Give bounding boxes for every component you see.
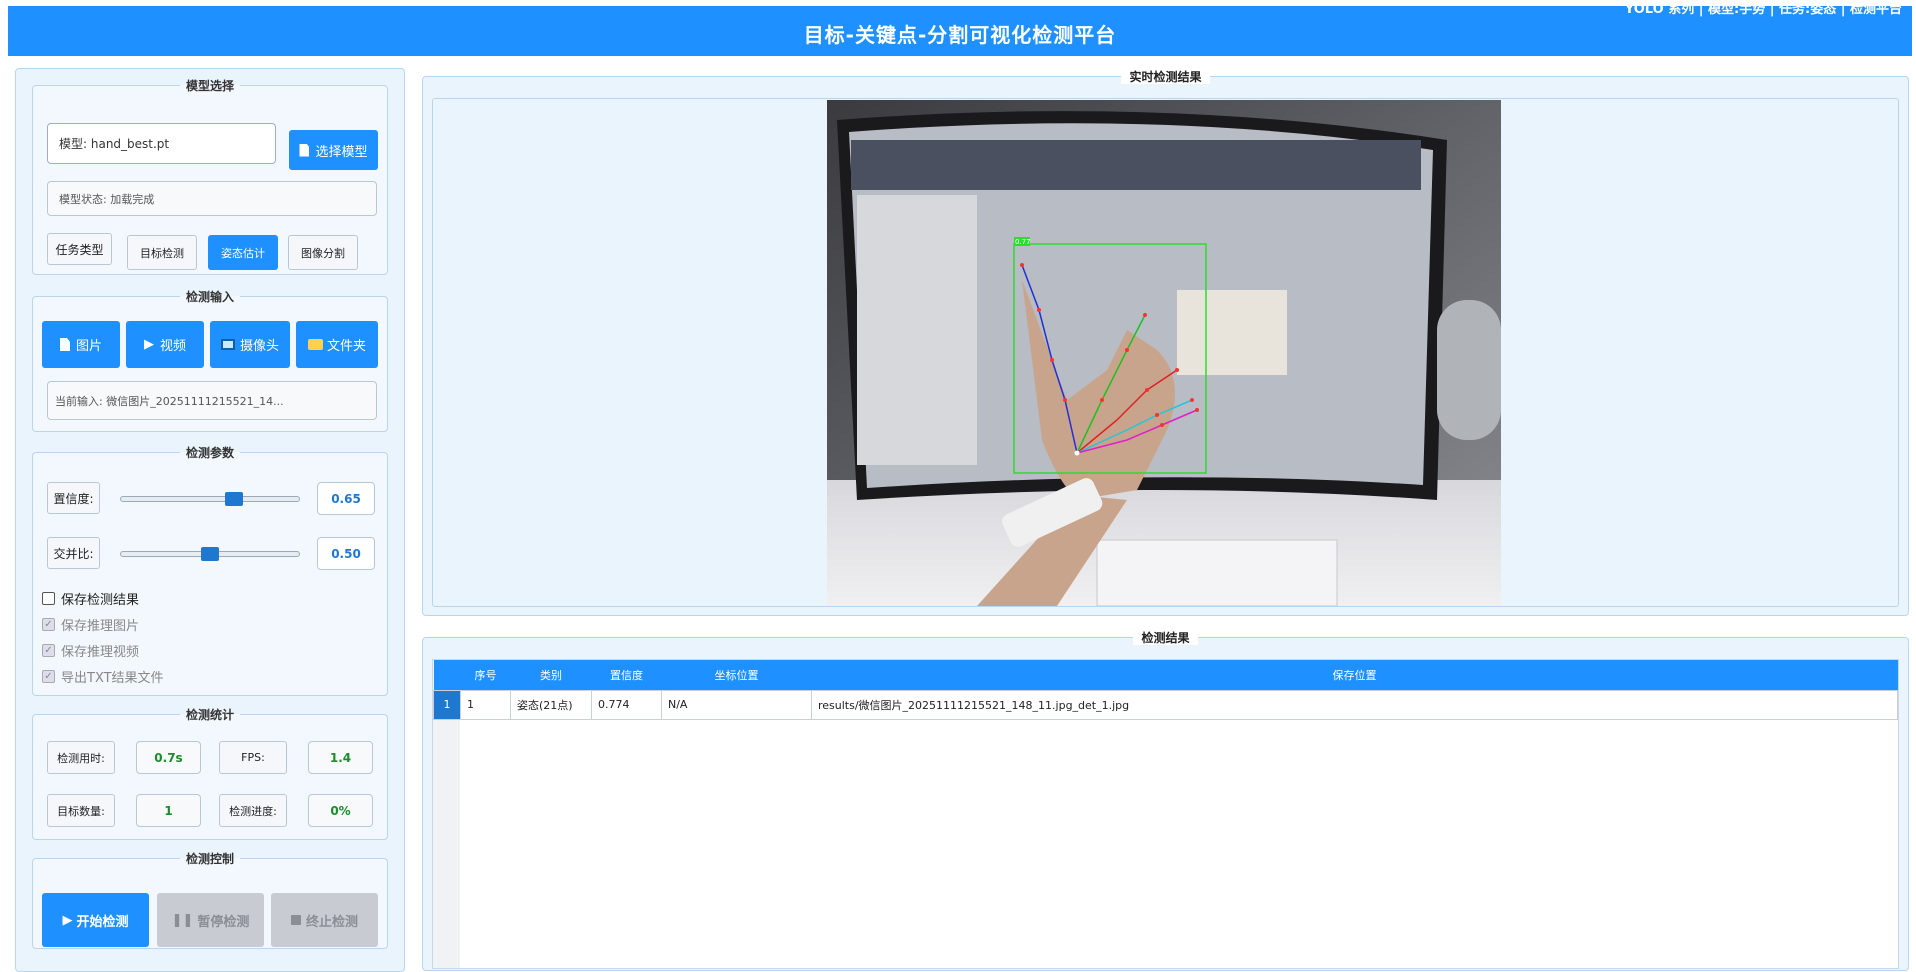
doc-box [1177, 290, 1287, 375]
browser-header [851, 140, 1421, 190]
model-name-label: 模型: hand_best.pt [59, 137, 170, 151]
table-header-row: 序号 类别 置信度 坐标位置 保存位置 [433, 660, 1898, 690]
pause-icon: ❚❚ [171, 912, 194, 928]
checkbox-box[interactable]: ✓ [42, 670, 55, 683]
model-status-text: 模型状态: 加载完成 [59, 192, 155, 206]
checkbox-box[interactable] [42, 592, 55, 605]
table-row[interactable]: 1 1 姿态(21点) 0.774 N/A results/微信图片_20251… [433, 689, 1898, 720]
detect-control-legend: 检测控制 [185, 852, 234, 866]
results-table-area: 序号 类别 置信度 坐标位置 保存位置 1 1 姿态(21点) 0.774 N/… [432, 659, 1899, 969]
col-header-path[interactable]: 保存位置 [811, 660, 1898, 690]
iou-value[interactable]: 0.50 [317, 537, 375, 570]
model-select-legend: 模型选择 [185, 79, 234, 93]
export-txt-checkbox[interactable]: ✓ 导出TXT结果文件 [42, 667, 164, 686]
left-control-panel: 模型选择 模型: hand_best.pt 选择模型 模型状态: 加载完成 任务… [15, 68, 405, 972]
headphones [1437, 300, 1501, 440]
iou-label: 交并比: [47, 537, 100, 569]
fps-value: 1.4 [308, 741, 373, 774]
browser-sidebar [857, 195, 977, 465]
current-input-text: 当前输入: 微信图片_20251111215521_14... [55, 394, 284, 408]
detect-stats-legend: 检测统计 [185, 708, 234, 722]
task-detect-button[interactable]: 目标检测 [127, 235, 197, 270]
confidence-value[interactable]: 0.65 [317, 482, 375, 515]
results-panel: 检测结果 序号 类别 置信度 坐标位置 保存位置 1 1 姿态(21点) 0.7… [422, 631, 1909, 971]
stop-button[interactable]: 终止检测 [271, 893, 378, 947]
results-table: 序号 类别 置信度 坐标位置 保存位置 1 1 姿态(21点) 0.774 N/… [433, 660, 1898, 720]
play-icon: ▶ [143, 337, 154, 352]
count-value: 1 [136, 794, 201, 827]
iou-slider-handle[interactable] [201, 547, 219, 561]
progress-label: 检测进度: [219, 794, 287, 827]
cell-class[interactable]: 姿态(21点) [510, 689, 592, 720]
image-button[interactable]: 图片 [42, 321, 120, 368]
save-video-checkbox[interactable]: ✓ 保存推理视频 [42, 641, 139, 660]
start-button[interactable]: ▶ 开始检测 [42, 893, 149, 947]
image-icon [59, 338, 70, 351]
top-right-info: YOLO 系列 | 模型:手势 | 任务:姿态 | 检测平台 [1624, 2, 1902, 17]
cell-path[interactable]: results/微信图片_20251111215521_148_11.jpg_d… [811, 689, 1898, 720]
box-label: 0.77 [1015, 238, 1031, 246]
save-images-checkbox[interactable]: ✓ 保存推理图片 [42, 615, 139, 634]
select-model-button[interactable]: 选择模型 [289, 130, 378, 170]
save-results-checkbox[interactable]: 保存检测结果 [42, 589, 139, 608]
col-header-class[interactable]: 类别 [510, 660, 592, 690]
cell-seq[interactable]: 1 [460, 689, 511, 720]
title-bar: 目标-关键点-分割可视化检测平台 YOLO 系列 | 模型:手势 | 任务:姿态… [8, 2, 1912, 56]
col-header-pos[interactable]: 坐标位置 [661, 660, 812, 690]
monitor-icon [220, 339, 235, 350]
col-header-conf[interactable]: 置信度 [591, 660, 662, 690]
select-model-label: 选择模型 [315, 144, 368, 160]
results-legend: 检测结果 [1133, 631, 1198, 645]
model-name-field: 模型: hand_best.pt [47, 123, 276, 164]
pause-button[interactable]: ❚❚ 暂停检测 [157, 893, 264, 947]
current-input-field: 当前输入: 微信图片_20251111215521_14... [47, 381, 377, 420]
detection-image: 0.77 [827, 100, 1501, 606]
realtime-legend: 实时检测结果 [1121, 70, 1210, 84]
realtime-panel: 实时检测结果 0.77 [422, 70, 1909, 616]
play-icon: ▶ [62, 912, 73, 928]
checkbox-box[interactable]: ✓ [42, 644, 55, 657]
checkbox-box[interactable]: ✓ [42, 618, 55, 631]
detect-input-legend: 检测输入 [185, 290, 234, 304]
col-header-seq[interactable]: 序号 [460, 660, 511, 690]
time-label: 检测用时: [47, 741, 115, 774]
task-type-label: 任务类型 [47, 233, 112, 265]
camera-button[interactable]: 摄像头 [210, 321, 290, 368]
iou-slider[interactable] [120, 547, 300, 561]
confidence-slider[interactable] [120, 492, 300, 506]
count-label: 目标数量: [47, 794, 115, 827]
row-number-header [433, 660, 461, 690]
stop-icon [290, 915, 301, 925]
detect-params-legend: 检测参数 [185, 446, 234, 460]
confidence-label: 置信度: [47, 482, 100, 514]
model-status-field: 模型状态: 加载完成 [47, 181, 377, 216]
progress-value: 0% [308, 794, 373, 827]
keyboard [1096, 539, 1338, 606]
app-title: 目标-关键点-分割可视化检测平台 [803, 23, 1117, 47]
time-value: 0.7s [136, 741, 201, 774]
image-viewport: 0.77 [432, 98, 1899, 607]
file-icon [299, 143, 310, 157]
task-segment-button[interactable]: 图像分割 [288, 235, 358, 270]
cell-pos[interactable]: N/A [661, 689, 812, 720]
video-button[interactable]: ▶ 视频 [126, 321, 204, 368]
confidence-slider-handle[interactable] [225, 492, 243, 506]
cell-conf[interactable]: 0.774 [591, 689, 662, 720]
fps-label: FPS: [219, 741, 287, 774]
row-number[interactable]: 1 [433, 689, 461, 720]
folder-icon [307, 339, 323, 350]
task-pose-button[interactable]: 姿态估计 [208, 235, 278, 270]
folder-button[interactable]: 文件夹 [296, 321, 378, 368]
